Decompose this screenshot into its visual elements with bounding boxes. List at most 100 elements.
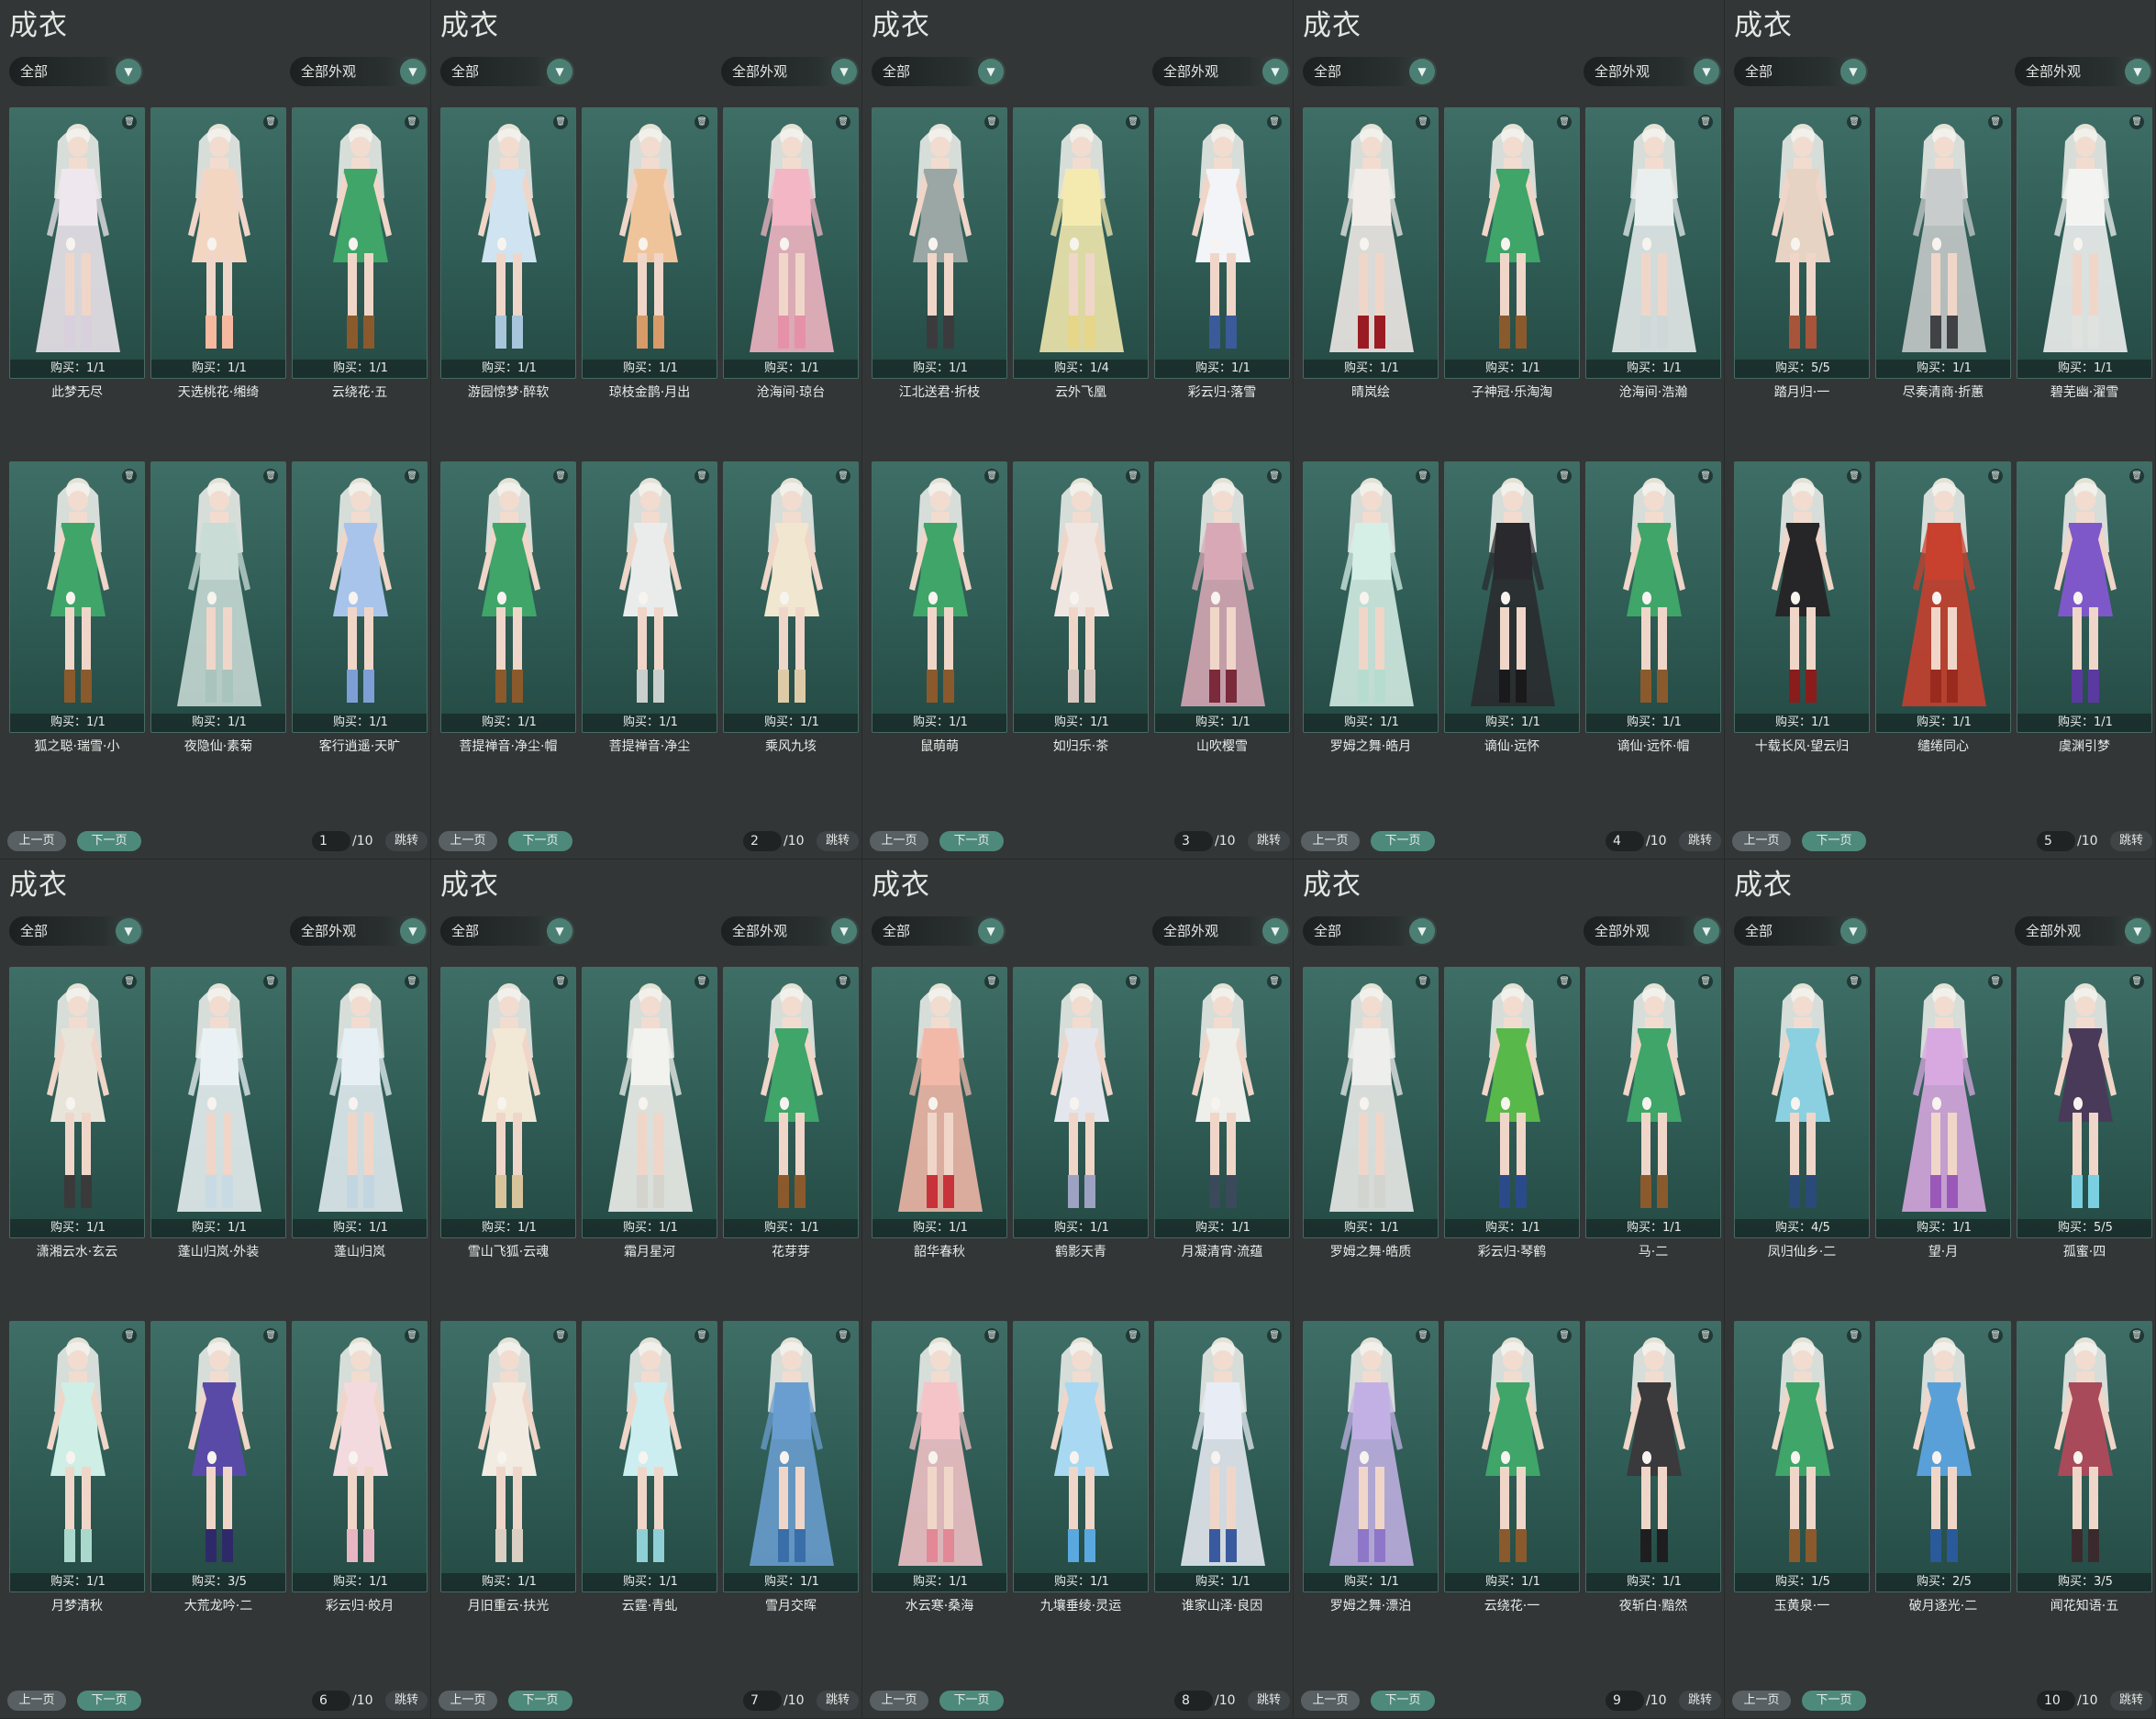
outfit-item[interactable]: 🗑 购买：1/1 韶华春秋 [872, 967, 1007, 1259]
jump-button[interactable]: 跳转 [1248, 831, 1290, 851]
category-dropdown[interactable]: 全部 ▼ [1303, 916, 1437, 946]
next-page-button[interactable]: 下一页 [939, 1691, 1004, 1711]
outfit-item[interactable]: 🗑 购买：1/1 罗姆之舞·漂泊 [1303, 1321, 1439, 1614]
outfit-card[interactable]: 🗑 购买：1/1 [440, 461, 576, 733]
outfit-card[interactable]: 🗑 购买：1/1 [872, 967, 1007, 1238]
outfit-item[interactable]: 🗑 购买：1/1 缱绻同心 [1875, 461, 2011, 754]
outfit-card[interactable]: 🗑 购买：1/1 [1154, 461, 1290, 733]
category-dropdown[interactable]: 全部 ▼ [9, 916, 143, 946]
outfit-item[interactable]: 🗑 购买：1/1 彩云归·落雪 [1154, 107, 1290, 400]
jump-button[interactable]: 跳转 [385, 1691, 428, 1711]
outfit-item[interactable]: 🗑 购买：1/1 十载长风·望云归 [1734, 461, 1870, 754]
outfit-item[interactable]: 🗑 购买：1/1 晴岚绘 [1303, 107, 1439, 400]
outfit-item[interactable]: 🗑 购买：1/5 玉黄泉·一 [1734, 1321, 1870, 1614]
appearance-dropdown[interactable]: 全部外观 ▼ [1584, 916, 1721, 946]
outfit-item[interactable]: 🗑 购买：1/1 碧芜幽·濯雪 [2017, 107, 2152, 400]
outfit-item[interactable]: 🗑 购买：1/1 潇湘云水·玄云 [9, 967, 145, 1259]
outfit-card[interactable]: 🗑 购买：1/1 [582, 461, 717, 733]
appearance-dropdown[interactable]: 全部外观 ▼ [290, 916, 428, 946]
outfit-item[interactable]: 🗑 购买：1/1 罗姆之舞·皓质 [1303, 967, 1439, 1259]
outfit-item[interactable]: 🗑 购买：1/1 月梦清秋 [9, 1321, 145, 1614]
outfit-item[interactable]: 🗑 购买：1/1 雪山飞狐·云魂 [440, 967, 576, 1259]
next-page-button[interactable]: 下一页 [1802, 831, 1866, 851]
next-page-button[interactable]: 下一页 [77, 1691, 141, 1711]
outfit-item[interactable]: 🗑 购买：1/1 游园惊梦·醉软 [440, 107, 576, 400]
page-number-input[interactable]: 6 [312, 1691, 350, 1711]
outfit-item[interactable]: 🗑 购买：1/1 此梦无尽 [9, 107, 145, 400]
appearance-dropdown[interactable]: 全部外观 ▼ [721, 57, 859, 86]
outfit-item[interactable]: 🗑 购买：1/1 菩提禅音·净尘 [582, 461, 717, 754]
outfit-card[interactable]: 🗑 购买：1/1 [292, 967, 428, 1238]
next-page-button[interactable]: 下一页 [939, 831, 1004, 851]
category-dropdown[interactable]: 全部 ▼ [1303, 57, 1437, 86]
outfit-card[interactable]: 🗑 购买：4/5 [1734, 967, 1870, 1238]
outfit-card[interactable]: 🗑 购买：1/1 [872, 107, 1007, 379]
outfit-card[interactable]: 🗑 购买：1/1 [1585, 1321, 1721, 1592]
prev-page-button[interactable]: 上一页 [7, 831, 66, 851]
outfit-card[interactable]: 🗑 购买：1/1 [582, 1321, 717, 1592]
page-number-input[interactable]: 7 [743, 1691, 782, 1711]
outfit-card[interactable]: 🗑 购买：1/1 [1444, 1321, 1580, 1592]
outfit-card[interactable]: 🗑 购买：1/1 [9, 967, 145, 1238]
outfit-item[interactable]: 🗑 购买：1/1 子神冠·乐淘淘 [1444, 107, 1580, 400]
outfit-item[interactable]: 🗑 购买：1/1 马·二 [1585, 967, 1721, 1259]
outfit-item[interactable]: 🗑 购买：3/5 闻花知语·五 [2017, 1321, 2152, 1614]
outfit-card[interactable]: 🗑 购买：1/1 [1444, 461, 1580, 733]
appearance-dropdown[interactable]: 全部外观 ▼ [290, 57, 428, 86]
next-page-button[interactable]: 下一页 [508, 1691, 572, 1711]
category-dropdown[interactable]: 全部 ▼ [872, 916, 1006, 946]
outfit-item[interactable]: 🗑 购买：1/1 菩提禅音·净尘·帽 [440, 461, 576, 754]
outfit-card[interactable]: 🗑 购买：1/1 [1303, 967, 1439, 1238]
outfit-card[interactable]: 🗑 购买：1/1 [1585, 107, 1721, 379]
jump-button[interactable]: 跳转 [385, 831, 428, 851]
outfit-card[interactable]: 🗑 购买：1/1 [2017, 107, 2152, 379]
outfit-card[interactable]: 🗑 购买：1/1 [1154, 967, 1290, 1238]
outfit-card[interactable]: 🗑 购买：1/1 [9, 107, 145, 379]
appearance-dropdown[interactable]: 全部外观 ▼ [1152, 916, 1290, 946]
outfit-card[interactable]: 🗑 购买：1/1 [723, 107, 859, 379]
jump-button[interactable]: 跳转 [1679, 1691, 1721, 1711]
outfit-card[interactable]: 🗑 购买：1/1 [292, 107, 428, 379]
category-dropdown[interactable]: 全部 ▼ [9, 57, 143, 86]
appearance-dropdown[interactable]: 全部外观 ▼ [721, 916, 859, 946]
outfit-item[interactable]: 🗑 购买：1/1 夜隐仙·素菊 [150, 461, 286, 754]
outfit-item[interactable]: 🗑 购买：1/1 沧海间·浩瀚 [1585, 107, 1721, 400]
page-number-input[interactable]: 9 [1606, 1691, 1644, 1711]
outfit-item[interactable]: 🗑 购买：1/1 花芽芽 [723, 967, 859, 1259]
outfit-card[interactable]: 🗑 购买：3/5 [2017, 1321, 2152, 1592]
category-dropdown[interactable]: 全部 ▼ [1734, 916, 1868, 946]
prev-page-button[interactable]: 上一页 [7, 1691, 66, 1711]
outfit-item[interactable]: 🗑 购买：1/1 望·月 [1875, 967, 2011, 1259]
outfit-card[interactable]: 🗑 购买：1/1 [872, 461, 1007, 733]
jump-button[interactable]: 跳转 [1248, 1691, 1290, 1711]
outfit-item[interactable]: 🗑 购买：1/1 狐之聪·瑞雪·小 [9, 461, 145, 754]
outfit-card[interactable]: 🗑 购买：1/1 [1444, 967, 1580, 1238]
page-number-input[interactable]: 8 [1174, 1691, 1213, 1711]
outfit-item[interactable]: 🗑 购买：1/1 鼠萌萌 [872, 461, 1007, 754]
outfit-card[interactable]: 🗑 购买：1/1 [440, 107, 576, 379]
page-number-input[interactable]: 10 [2037, 1691, 2075, 1711]
jump-button[interactable]: 跳转 [2110, 831, 2152, 851]
outfit-card[interactable]: 🗑 购买：1/1 [1585, 461, 1721, 733]
prev-page-button[interactable]: 上一页 [1301, 1691, 1360, 1711]
outfit-card[interactable]: 🗑 购买：1/1 [1154, 1321, 1290, 1592]
outfit-item[interactable]: 🗑 购买：1/1 客行逍遥·天旷 [292, 461, 428, 754]
category-dropdown[interactable]: 全部 ▼ [872, 57, 1006, 86]
outfit-card[interactable]: 🗑 购买：1/1 [9, 461, 145, 733]
outfit-card[interactable]: 🗑 购买：1/1 [1585, 967, 1721, 1238]
outfit-item[interactable]: 🗑 购买：1/1 江北送君·折枝 [872, 107, 1007, 400]
outfit-item[interactable]: 🗑 购买：2/5 破月逐光·二 [1875, 1321, 2011, 1614]
page-number-input[interactable]: 3 [1174, 831, 1213, 851]
outfit-item[interactable]: 🗑 购买：4/5 凤归仙乡·二 [1734, 967, 1870, 1259]
outfit-card[interactable]: 🗑 购买：1/1 [723, 461, 859, 733]
category-dropdown[interactable]: 全部 ▼ [440, 916, 574, 946]
page-number-input[interactable]: 5 [2037, 831, 2075, 851]
outfit-item[interactable]: 🗑 购买：1/1 云霆·青虬 [582, 1321, 717, 1614]
jump-button[interactable]: 跳转 [817, 831, 859, 851]
prev-page-button[interactable]: 上一页 [1732, 831, 1791, 851]
outfit-card[interactable]: 🗑 购买：1/1 [723, 1321, 859, 1592]
page-number-input[interactable]: 4 [1606, 831, 1644, 851]
outfit-card[interactable]: 🗑 购买：1/1 [1013, 461, 1149, 733]
prev-page-button[interactable]: 上一页 [1301, 831, 1360, 851]
outfit-item[interactable]: 🗑 购买：1/1 天选桃花·缃绮 [150, 107, 286, 400]
